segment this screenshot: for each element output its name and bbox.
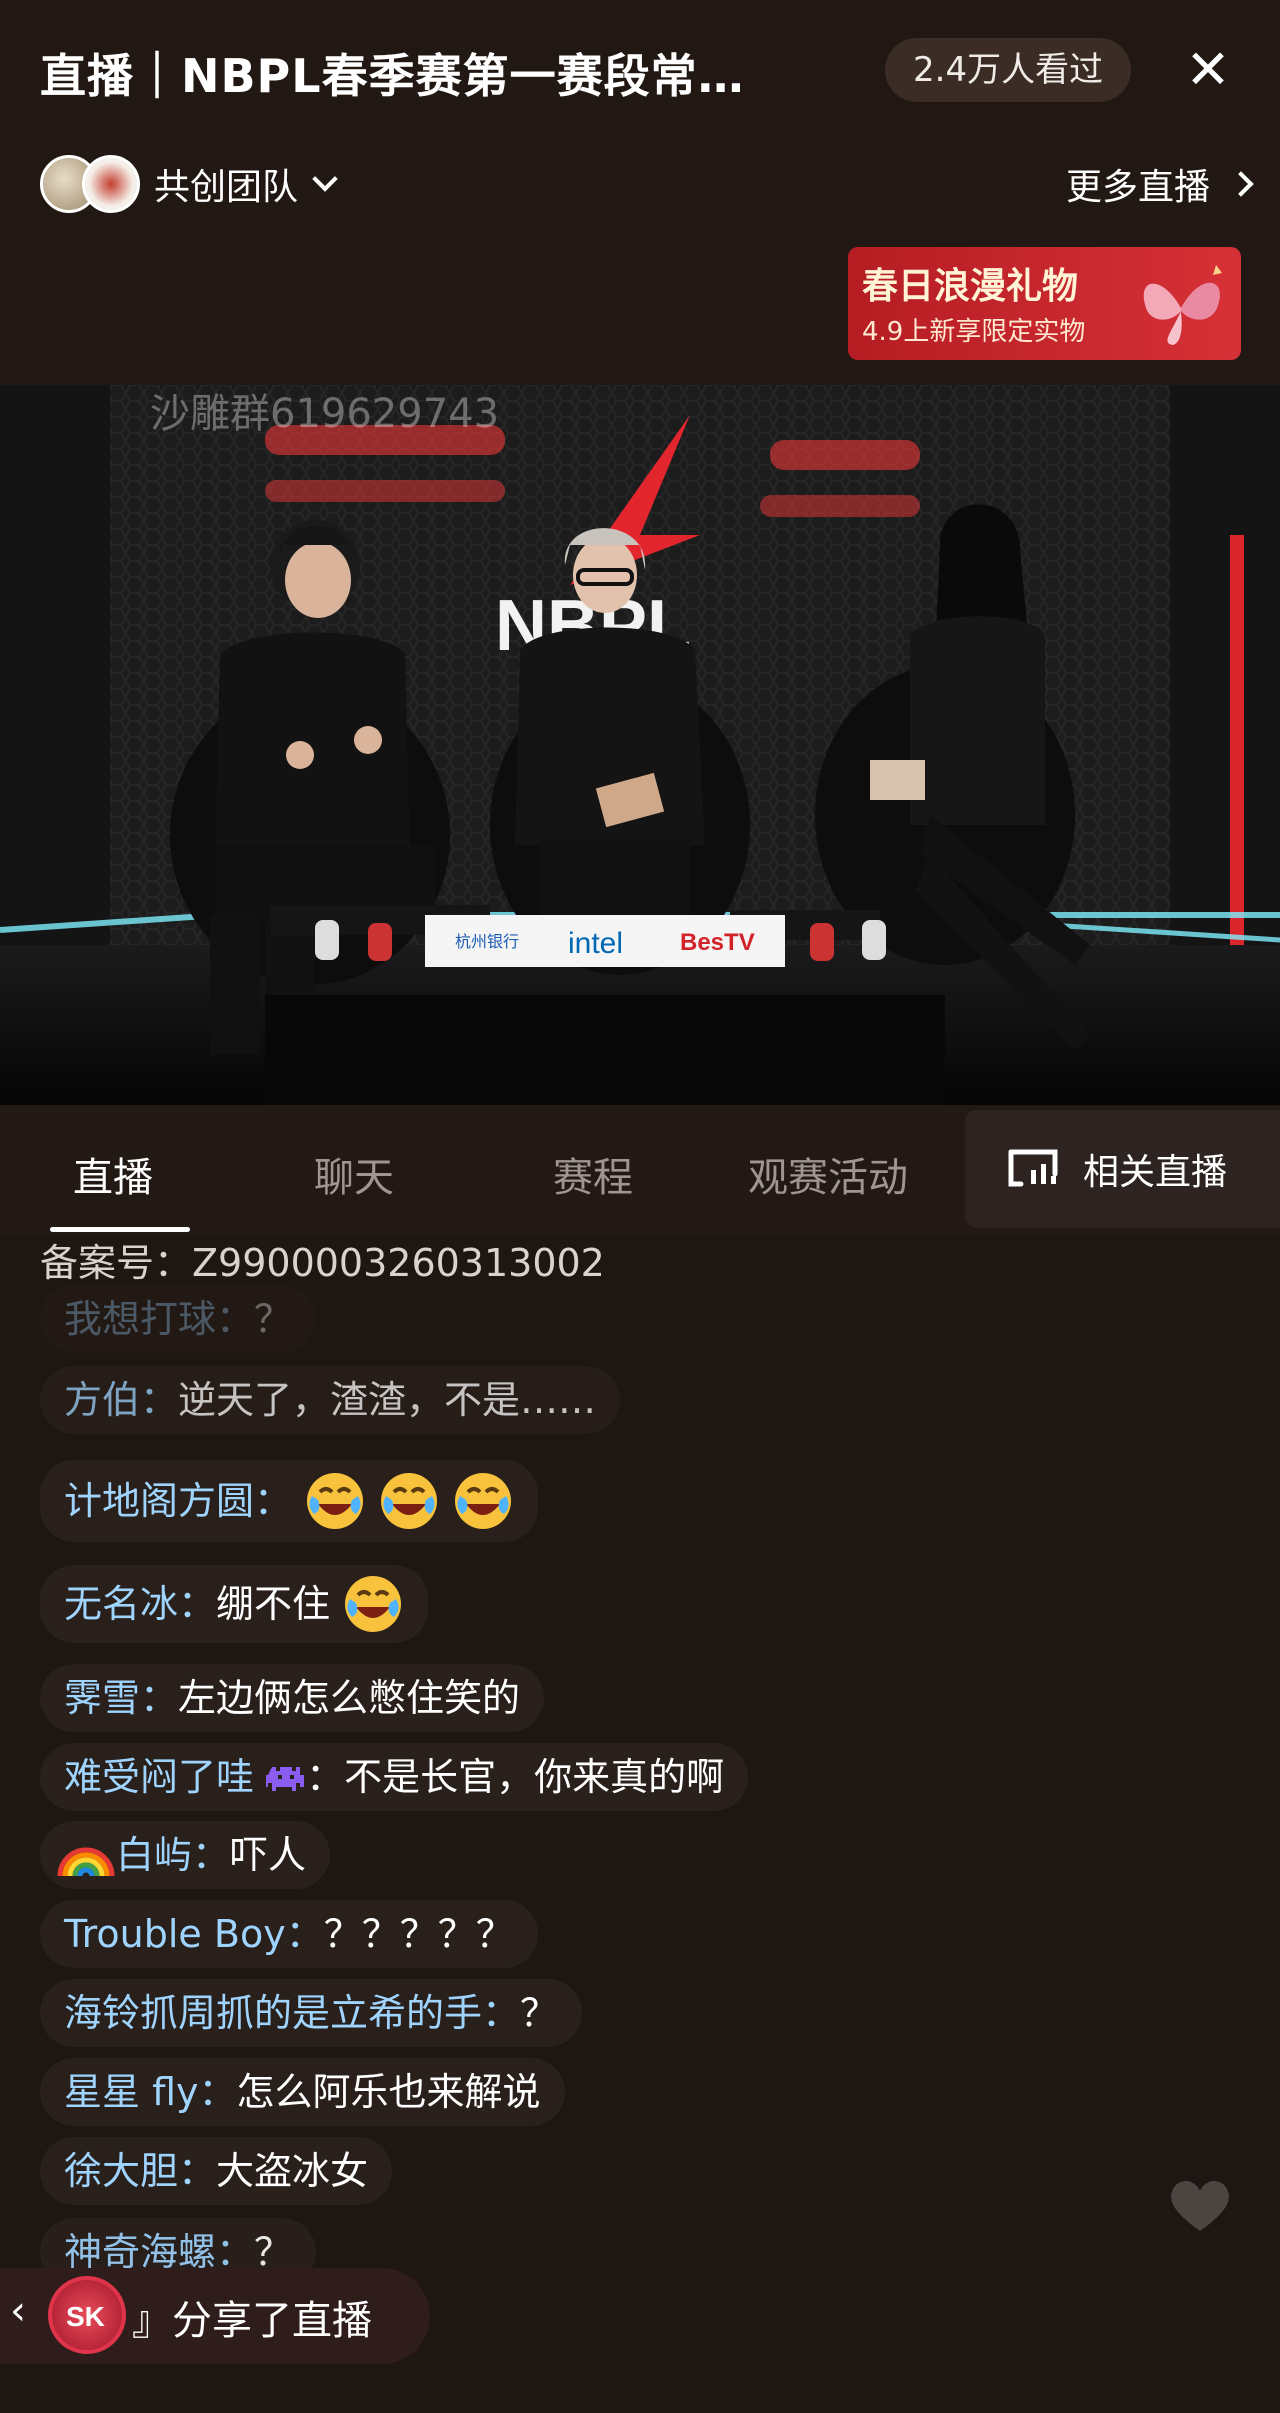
related-live-label: 相关直播 <box>1083 1152 1228 1193</box>
chat-nick[interactable]: 霁雪： <box>64 1676 178 1720</box>
sponsor-intel: intel <box>568 927 623 960</box>
chat-nick[interactable]: 海铃抓周抓的是立希的手： <box>64 1991 520 2035</box>
live-title: 直播｜NBPL春季赛第一赛段常… <box>40 49 745 103</box>
chat-message[interactable]: 我想打球：？ <box>40 1285 317 1353</box>
share-text: 』分享了直播 <box>132 2298 372 2344</box>
chat-message[interactable]: 方伯：逆天了，渣渣，不是…… <box>40 1366 621 1434</box>
live-stream-icon <box>1008 1149 1058 1187</box>
alien-monster-icon <box>264 1766 305 1791</box>
top-bar: 直播｜NBPL春季赛第一赛段常… 2.4万人看过 ✕ 共创团队 更多直播 春日浪… <box>0 0 1280 385</box>
chevron-right-icon <box>1228 171 1254 197</box>
chat-nick[interactable]: 白屿： <box>116 1833 230 1877</box>
viewer-count: 2.4万人看过 <box>885 38 1132 102</box>
chat-message[interactable]: 霁雪：左边俩怎么憋住笑的 <box>40 1664 545 1732</box>
sponsor-hzbank: 杭州银行 <box>455 932 519 951</box>
avatar <box>82 155 140 213</box>
team-selector[interactable]: 共创团队 <box>40 152 338 216</box>
chat-text: 大盗冰女 <box>216 2149 369 2193</box>
crying-laugh-emoji-icon <box>381 1472 438 1529</box>
chat-text: ：不是长官，你来真的啊 <box>306 1755 725 1799</box>
chat-message[interactable]: 海铃抓周抓的是立希的手：？ <box>40 1979 583 2047</box>
sponsor-bestv: BesTV <box>680 929 755 956</box>
chat-message[interactable]: 计地阁方圆： <box>40 1460 539 1542</box>
chat-text: ？ <box>520 1991 559 2035</box>
live-video-player[interactable]: NBPL 沙雕群619629743 杭州银行 intel BesTV <box>0 385 1280 1105</box>
gift-promo-banner[interactable]: 春日浪漫礼物 4.9上新享限定实物 <box>848 247 1241 360</box>
share-notice: ‹ SK 』分享了直播 <box>0 2268 430 2364</box>
stream-frame: NBPL 沙雕群619629743 杭州银行 intel BesTV <box>0 385 1280 1105</box>
team-name: 共创团队 <box>154 167 299 208</box>
close-icon[interactable]: ✕ <box>1180 42 1236 98</box>
watermark: 沙雕群619629743 <box>150 391 499 437</box>
related-live-button[interactable]: 相关直播 <box>965 1110 1280 1228</box>
chat-text: 怎么阿乐也来解说 <box>236 2070 541 2114</box>
chat-message[interactable]: 无名冰：绷不住 <box>40 1565 429 1643</box>
avatar-text: SK <box>66 2301 105 2332</box>
rainbow-icon <box>57 1847 115 1876</box>
like-icon[interactable] <box>1165 2175 1235 2235</box>
chat-message[interactable]: Trouble Boy：？？？？？ <box>40 1900 538 1968</box>
chat-nick[interactable]: 我想打球： <box>64 1297 254 1341</box>
crying-laugh-emoji-icon <box>345 1575 402 1632</box>
chat-nick[interactable]: 计地阁方圆： <box>64 1479 292 1523</box>
promo-subtitle: 4.9上新享限定实物 <box>862 317 1086 347</box>
chat-text: 绷不住 <box>216 1582 331 1626</box>
more-live-link[interactable]: 更多直播 <box>1065 158 1254 210</box>
crying-laugh-emoji-icon <box>455 1472 512 1529</box>
more-live-label: 更多直播 <box>1065 167 1210 208</box>
chat-text: ？？？？？ <box>323 1912 514 1956</box>
chevron-down-icon <box>312 166 338 192</box>
tab-chat[interactable]: 聊天 <box>314 1145 394 1203</box>
chat-message[interactable]: 白屿：吓人 <box>40 1821 331 1889</box>
promo-title: 春日浪漫礼物 <box>862 266 1079 307</box>
chat-message[interactable]: 徐大胆：大盗冰女 <box>40 2137 393 2205</box>
chat-nick[interactable]: Trouble Boy： <box>64 1912 324 1956</box>
tab-watch-activities[interactable]: 观赛活动 <box>748 1145 908 1203</box>
chat-nick[interactable]: 徐大胆： <box>64 2149 216 2193</box>
chat-message[interactable]: 星星 fly：怎么阿乐也来解说 <box>40 2058 565 2126</box>
avatar: SK <box>48 2276 126 2354</box>
chat-message[interactable]: 难受闷了哇 ：不是长官，你来真的啊 <box>40 1743 749 1811</box>
chat-nick[interactable]: 无名冰： <box>64 1582 216 1626</box>
butterfly-icon <box>1143 265 1222 345</box>
chat-nick[interactable]: 难受闷了哇 <box>64 1755 254 1799</box>
chat-nick[interactable]: 星星 fly： <box>64 2070 237 2114</box>
tab-live[interactable]: 直播 <box>73 1145 153 1203</box>
chat-text: 吓人 <box>230 1833 307 1877</box>
tab-schedule[interactable]: 赛程 <box>553 1145 633 1203</box>
chat-nick[interactable]: 方伯： <box>64 1378 178 1422</box>
chat-text: 逆天了，渣渣，不是…… <box>178 1378 597 1422</box>
record-number: 备案号：Z9900003260313002 <box>40 1241 605 1285</box>
chevron-left-icon[interactable]: ‹ <box>10 2288 26 2334</box>
chat-text: ？ <box>254 1297 293 1341</box>
chat-text: 左边俩怎么憋住笑的 <box>178 1676 521 1720</box>
crying-laugh-emoji-icon <box>307 1472 364 1529</box>
